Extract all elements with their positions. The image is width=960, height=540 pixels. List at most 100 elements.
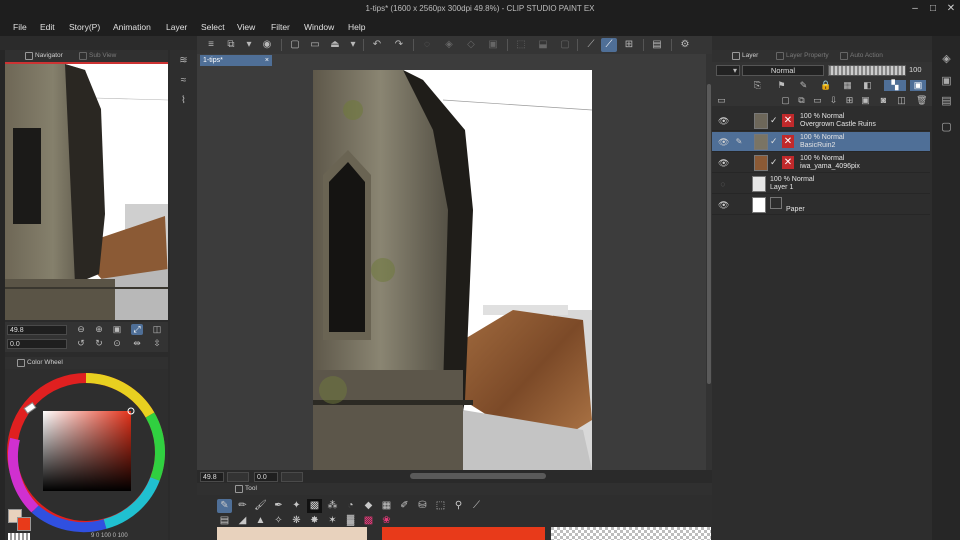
tab-auto-action[interactable]: Auto Action <box>838 51 883 61</box>
menu-select[interactable]: Select <box>201 22 225 32</box>
create-mask-icon[interactable]: ◙ <box>878 95 889 106</box>
canvas-area[interactable] <box>197 54 712 470</box>
new-vector-layer-icon[interactable]: ⧉ <box>796 95 807 106</box>
blend-mode-select[interactable]: Normal <box>742 65 824 76</box>
tab-tool[interactable]: Tool <box>233 484 257 494</box>
layer-row[interactable]: 👁 ✓ ✕ 100 % Normal Overgrown Castle Ruin… <box>712 111 930 131</box>
layer-row-selected[interactable]: 👁 ✎ ✓ ✕ 100 % Normal BasicRuin2 <box>712 132 930 152</box>
open-file-icon[interactable]: ▭ <box>307 38 323 52</box>
tab-layer-property[interactable]: Layer Property <box>774 51 829 61</box>
zoom-field[interactable]: 49.8 <box>7 325 67 335</box>
invert-selection-icon[interactable]: ⬓ <box>535 38 551 52</box>
menu-layer[interactable]: Layer <box>166 22 187 32</box>
ruler-tool-icon[interactable]: ◢ <box>235 514 250 528</box>
new-file-icon[interactable]: ▢ <box>287 38 303 52</box>
sub-color-swatch[interactable] <box>17 517 31 531</box>
tab-color-wheel[interactable]: Color Wheel <box>15 358 63 368</box>
fill-icon[interactable]: ◈ <box>441 38 457 52</box>
balloon-tool-icon[interactable]: ❋ <box>289 514 304 528</box>
close-window-icon[interactable]: ✕ <box>944 2 958 16</box>
rotation-field[interactable]: 0.0 <box>7 339 67 349</box>
star-tool-icon[interactable]: ✸ <box>307 514 322 528</box>
eraser-tool-icon[interactable]: ◆ <box>361 499 376 513</box>
blend-tool-icon[interactable]: ◔ <box>343 499 358 513</box>
fill-bucket-tool-icon[interactable]: ⛁ <box>415 499 430 513</box>
ink-tool-icon[interactable]: ✒ <box>271 499 286 513</box>
rotate-left-icon[interactable]: ↺ <box>75 338 87 349</box>
minimize-icon[interactable]: – <box>908 2 922 16</box>
menu-edit[interactable]: Edit <box>40 22 55 32</box>
brush-shape-icon[interactable]: ≈ <box>174 72 193 90</box>
canvas-zoom-slider[interactable] <box>227 472 249 482</box>
tab-sub-view[interactable]: Sub View <box>77 51 116 61</box>
selection-border-icon[interactable]: ▢ <box>557 38 573 52</box>
navigator-preview[interactable] <box>5 62 168 320</box>
tab-layer[interactable]: Layer <box>730 51 758 61</box>
zoom-out-icon[interactable]: ⊖ <box>75 324 87 335</box>
settings-icon[interactable]: ⚙ <box>677 38 693 52</box>
decoration-tool-icon[interactable]: ❀ <box>379 514 394 528</box>
transfer-down-icon[interactable]: ⇩ <box>828 95 839 106</box>
texture-tool-icon[interactable]: ▩ <box>307 499 322 513</box>
main-color-bar[interactable] <box>217 527 367 540</box>
save-icon[interactable]: ⏏ <box>327 38 343 52</box>
layer-color-swatch-icon[interactable]: ▣ <box>910 80 926 91</box>
sub-color-bar[interactable] <box>382 527 545 540</box>
layer-row[interactable]: 👁 ✓ ✕ 100 % Normal iwa_yama_4096pix <box>712 153 930 173</box>
color-pattern-tool-icon[interactable]: ▩ <box>361 514 376 528</box>
canvas-rotation-slider[interactable] <box>281 472 303 482</box>
color-wheel[interactable] <box>5 369 168 540</box>
opacity-slider[interactable] <box>828 65 906 76</box>
history-icon[interactable]: ▤ <box>939 94 954 109</box>
workspace-dropdown-icon[interactable]: ▾ <box>241 38 257 52</box>
lock-layer-icon[interactable]: 🔒 <box>820 80 831 91</box>
delete-layer-icon[interactable]: 🗑 <box>916 95 927 106</box>
frame-tool-icon[interactable]: ▤ <box>217 514 232 528</box>
redo-icon[interactable]: ↷ <box>391 38 407 52</box>
hamburger-menu-icon[interactable]: ≡ <box>203 38 219 52</box>
pen-small-tool-icon[interactable]: ✐ <box>397 499 412 513</box>
actual-size-icon[interactable]: ▣ <box>111 324 123 335</box>
reset-rotation-icon[interactable]: ⊙ <box>111 338 123 349</box>
eye-icon[interactable]: 👁 <box>718 200 729 210</box>
transparent-color-bar[interactable] <box>551 527 711 540</box>
combine-layer-icon[interactable]: ⊞ <box>844 95 855 106</box>
stabilizer-icon[interactable]: ⌇ <box>174 92 193 110</box>
figure-tool-icon[interactable]: ✧ <box>271 514 286 528</box>
transparent-color-swatch[interactable] <box>8 533 30 540</box>
menu-filter[interactable]: Filter <box>271 22 290 32</box>
pen-pressure-icon[interactable]: ≋ <box>174 52 193 70</box>
snap-ruler-icon[interactable]: ⟋ <box>583 38 599 52</box>
snap-grid-icon[interactable]: ⊞ <box>621 38 637 52</box>
document-tab[interactable]: 1-tips* × <box>200 55 272 66</box>
snap-special-ruler-icon[interactable]: ⟋ <box>601 38 617 52</box>
pen-tool-icon[interactable]: ✎ <box>217 499 232 513</box>
apply-mask-icon[interactable]: ◫ <box>896 95 907 106</box>
layer-color-icon[interactable]: ▚ <box>884 80 906 91</box>
canvas-rotation-field[interactable]: 0.0 <box>254 472 278 482</box>
lock-transparency-icon[interactable]: ▦ <box>842 80 853 91</box>
canvas-horizontal-scrollbar[interactable] <box>410 473 546 479</box>
canvas-zoom-field[interactable]: 49.8 <box>200 472 224 482</box>
canvas-document[interactable] <box>313 70 592 470</box>
zoom-in-icon[interactable]: ⊕ <box>93 324 105 335</box>
save-dropdown-icon[interactable]: ▾ <box>345 38 361 52</box>
layer-row-paper[interactable]: 👁 Paper <box>712 195 930 215</box>
menu-animation[interactable]: Animation <box>113 22 151 32</box>
sparkle-tool-icon[interactable]: ✦ <box>289 499 304 513</box>
correction-tool-icon[interactable]: ⟋ <box>469 499 484 513</box>
eye-icon[interactable]: 👁 <box>718 116 729 126</box>
fit-to-screen-icon[interactable]: ⤢ <box>131 324 143 335</box>
workspace-icon[interactable]: ⧉ <box>223 38 239 52</box>
eye-icon[interactable]: 👁 <box>718 158 729 168</box>
deselect-icon[interactable]: ⬚ <box>513 38 529 52</box>
gradient-tool-icon[interactable]: ▦ <box>379 499 394 513</box>
airbrush-tool-icon[interactable]: ⁂ <box>325 499 340 513</box>
layer-color-dropdown[interactable]: ▾ <box>716 65 740 76</box>
tab-navigator[interactable]: Navigator <box>23 51 63 61</box>
undo-icon[interactable]: ↶ <box>369 38 385 52</box>
new-folder-icon[interactable]: ▭ <box>812 95 823 106</box>
opacity-value[interactable]: 100 <box>909 65 922 74</box>
selection-tool-icon[interactable]: ⬚ <box>433 499 448 513</box>
brush-tool-icon[interactable]: 🖌 <box>253 499 268 513</box>
